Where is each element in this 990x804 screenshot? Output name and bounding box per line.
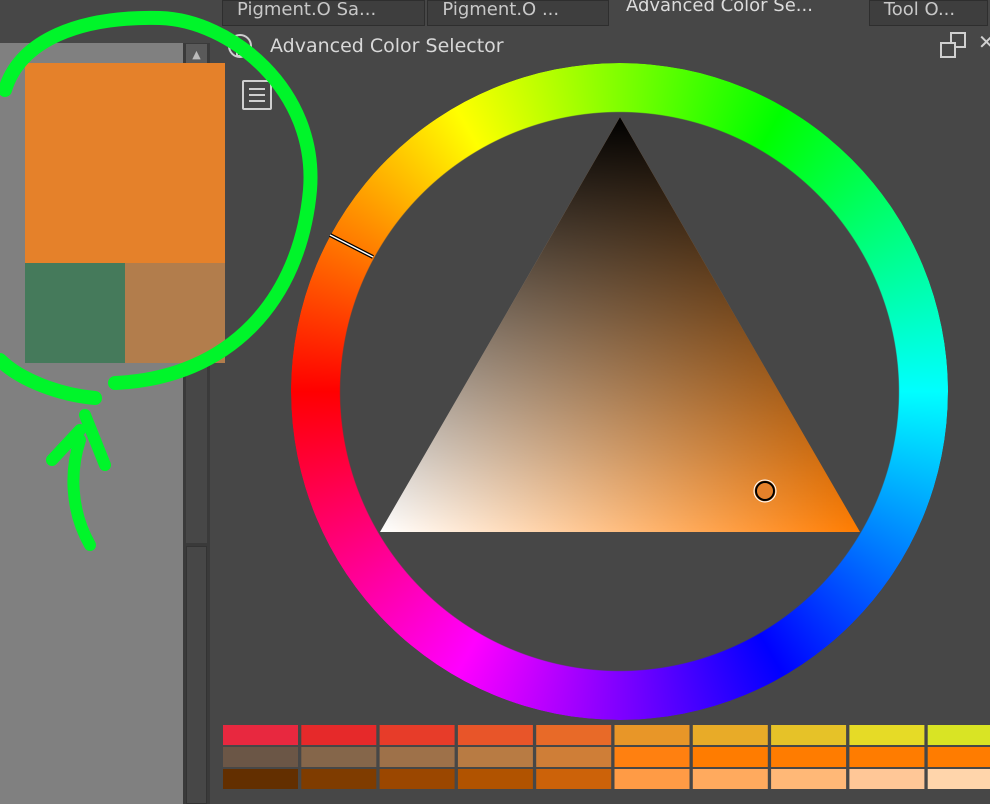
color-swatch[interactable] [301, 725, 377, 745]
color-swatches [223, 725, 990, 789]
color-swatch[interactable] [457, 747, 533, 767]
color-swatch[interactable] [692, 725, 768, 745]
color-swatch[interactable] [849, 747, 925, 767]
color-swatch[interactable] [849, 725, 925, 745]
annotation-circle [0, 10, 318, 405]
color-swatch[interactable] [692, 747, 768, 767]
color-swatch[interactable] [771, 769, 847, 789]
color-swatch[interactable] [692, 769, 768, 789]
color-swatch[interactable] [536, 769, 612, 789]
color-swatch[interactable] [536, 725, 612, 745]
color-swatch[interactable] [379, 769, 455, 789]
color-swatch[interactable] [301, 747, 377, 767]
color-swatch[interactable] [223, 747, 298, 767]
color-swatch[interactable] [614, 769, 690, 789]
color-swatch[interactable] [457, 769, 533, 789]
color-swatch[interactable] [771, 747, 847, 767]
color-swatch[interactable] [223, 725, 298, 745]
color-swatch[interactable] [379, 747, 455, 767]
color-swatch[interactable] [614, 747, 690, 767]
hue-indicator-highlight [329, 234, 374, 258]
color-swatch[interactable] [927, 725, 990, 745]
annotation-arrow [46, 409, 111, 551]
color-picker-handle[interactable] [755, 481, 775, 501]
color-swatch[interactable] [849, 769, 925, 789]
color-swatch[interactable] [614, 725, 690, 745]
color-swatch[interactable] [927, 769, 990, 789]
color-swatch[interactable] [536, 747, 612, 767]
color-swatch[interactable] [457, 725, 533, 745]
color-selector-overlay [0, 10, 990, 789]
color-swatch[interactable] [771, 725, 847, 745]
color-swatch[interactable] [927, 747, 990, 767]
color-swatch[interactable] [379, 725, 455, 745]
color-swatch[interactable] [223, 769, 298, 789]
color-swatch[interactable] [301, 769, 377, 789]
triangle-shade [380, 117, 860, 532]
